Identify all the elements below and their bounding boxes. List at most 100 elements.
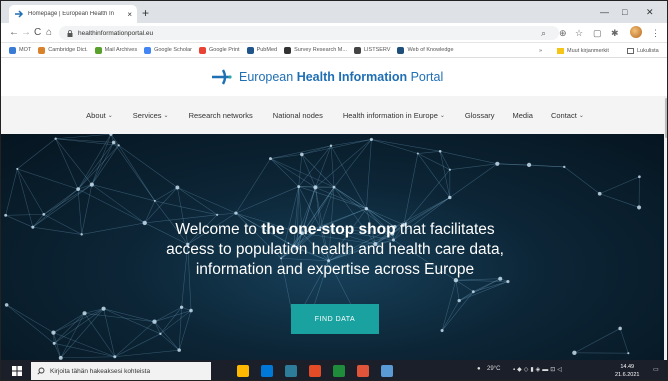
bookmark-label: LISTSERV [363,47,391,53]
site-logo[interactable]: European Health Information Portal [211,67,443,87]
chevron-right-icon: » [539,47,543,54]
home-button[interactable]: ⌂ [46,26,52,40]
bookmark-favicon-icon [397,46,405,54]
bookmark-item[interactable]: MOT [9,46,32,54]
page-scrollbar[interactable] [664,96,667,360]
bookmark-label: Web of Knowledge [407,47,454,53]
browser-toolbar: ← → C ⌂ healthinformationportal.eu ⌕ ⊕ ☆… [1,23,667,43]
nav-item-national-nodes[interactable]: National nodes [273,111,323,120]
menu-icon[interactable]: ⋮ [651,26,660,40]
browser-tab[interactable]: Homepage | European Health In × [9,5,137,23]
bookmark-item[interactable]: Cambridge Dict. [38,46,88,54]
find-data-button[interactable]: FIND DATA [291,304,379,334]
bookmark-item[interactable]: Google Print [199,46,240,54]
bookmark-label: Cambridge Dict. [48,47,88,53]
chrome-icon[interactable] [309,365,321,377]
nav-item-health-information-in-europe[interactable]: Health information in Europe ⌄ [343,111,445,120]
taskbar-clock[interactable]: 14.49 21.6.2021 [615,363,639,379]
bookmark-item[interactable]: Mail Archives [94,46,138,54]
back-button[interactable]: ← [9,26,19,40]
reload-button[interactable]: C [34,26,41,40]
nav-item-services[interactable]: Services ⌄ [133,111,169,120]
bookmark-favicon-icon [284,46,292,54]
chevron-down-icon: ⌄ [107,112,113,119]
chevron-down-icon: ⌄ [163,112,169,119]
bookmark-label: Google Print [209,47,240,53]
nav-item-about[interactable]: About ⌄ [86,111,113,120]
nav-item-label: National nodes [272,110,323,120]
bookmark-favicon-icon [9,46,16,54]
bookmark-favicon-icon [94,46,102,54]
hero-line-2: access to population health and health c… [166,241,504,258]
other-bookmarks-label: Muut kirjanmerkit [567,47,609,54]
bookmark-item[interactable]: Web of Knowledge [397,46,454,54]
bookmark-favicon-icon [144,46,152,54]
lock-icon [67,29,73,37]
edge-icon[interactable] [261,365,273,377]
browser-tab-strip: Homepage | European Health In × + — □ ✕ [1,1,667,23]
system-tray-icons[interactable]: ▪◆◇▮◈▬⊡◁ [513,366,564,373]
reading-list-icon [627,47,634,54]
bookmark-item[interactable]: PubMed [246,46,277,54]
nav-item-label: Research networks [188,110,253,120]
bookmark-label: Mail Archives [104,47,138,53]
nav-item-label: Contact [550,110,577,120]
nav-item-research-networks[interactable]: Research networks [189,111,253,120]
tab-close-icon[interactable]: × [127,10,132,19]
url-text: healthinformationportal.eu [78,29,154,37]
clock-date: 21.6.2021 [615,372,640,378]
bookmark-favicon-icon [199,46,206,54]
maximize-button[interactable]: □ [622,5,627,19]
bookmark-favicon-icon [246,46,254,54]
other-bookmarks-folder[interactable]: Muut kirjanmerkit [557,43,609,58]
close-window-button[interactable]: ✕ [646,5,654,19]
bookmark-item[interactable]: LISTSERV [353,46,391,54]
hero-banner: Welcome to the one-stop shop that facili… [1,134,667,360]
firefox-icon[interactable] [357,365,369,377]
bookmark-item[interactable]: Survey Research M... [284,46,347,54]
store-icon[interactable] [285,365,297,377]
bookmark-label: Survey Research M... [294,47,347,53]
nav-item-glossary[interactable]: Glossary [465,111,495,120]
tab-title: Homepage | European Health In [28,11,114,17]
windows-start-icon[interactable] [12,366,22,376]
logo-arrow-icon [212,69,232,85]
forward-button[interactable]: → [21,26,31,40]
photos-icon[interactable] [381,365,393,377]
reading-list-button[interactable]: Lukulista [627,43,659,58]
screen: Homepage | European Health In × + — □ ✕ … [0,0,668,381]
reading-list-icon[interactable]: ▢ [593,26,602,40]
star-icon[interactable]: ☆ [575,26,583,40]
bookmark-item[interactable]: Google Scholar [144,46,192,54]
main-navigation: About ⌄ Services ⌄ Research networks National… [1,96,667,134]
nav-item-label: Services [132,110,162,120]
file-explorer-icon[interactable] [237,365,249,377]
clock-time: 14.49 [620,364,635,370]
profile-avatar[interactable] [630,26,642,38]
search-icon[interactable]: ⌕ [541,26,546,40]
new-tab-button[interactable]: + [142,5,149,21]
bookmarks-more-button[interactable]: » [539,43,542,58]
nav-item-label: Glossary [464,110,495,120]
nav-item-label: Health information in Europe [342,110,438,120]
address-bar[interactable]: healthinformationportal.eu [59,26,559,40]
bookmark-label: MOT [19,47,32,53]
minimize-button[interactable]: — [600,5,609,19]
weather-icon[interactable]: ● [477,366,481,372]
weather-temp[interactable]: 29°C [487,366,500,372]
site-header: European Health Information Portal [1,58,667,96]
hero-headline: Welcome to the one-stop shop that facili… [1,220,667,280]
teams-icon[interactable] [333,365,345,377]
nav-item-label: Media [512,110,533,120]
notifications-icon[interactable]: ▭ [653,366,659,373]
bookmark-favicon-icon [353,46,361,54]
share-icon[interactable]: ⊕ [559,26,567,40]
hero-line-3: information and expertise across Europe [195,261,475,278]
taskbar-search-box[interactable]: Kirjoita tähän hakeaksesi kohteista [31,362,211,380]
logo-text: European Health Information Portal [239,70,444,84]
nav-item-contact[interactable]: Contact ⌄ [551,111,584,120]
nav-item-media[interactable]: Media [513,111,533,120]
chevron-down-icon: ⌄ [578,112,584,119]
extensions-icon[interactable]: ✱ [611,26,619,40]
chevron-down-icon: ⌄ [439,112,445,119]
